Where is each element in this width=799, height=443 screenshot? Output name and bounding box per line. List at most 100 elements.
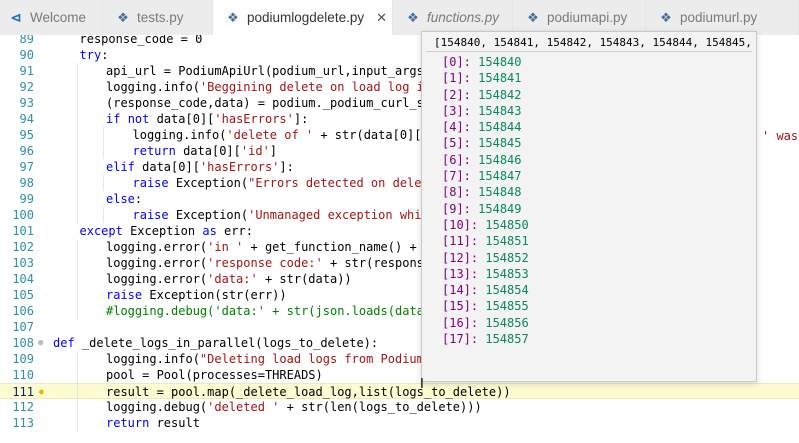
code-token: 'deleted ' bbox=[207, 400, 280, 414]
code-text: logging.error('response code:' + str(res… bbox=[106, 255, 453, 271]
python-icon: ❖ bbox=[527, 9, 539, 25]
array-index: [16]: bbox=[442, 315, 479, 330]
lightbulb-icon[interactable]: ● bbox=[39, 384, 44, 400]
tab-label: podiumurl.py bbox=[680, 10, 758, 25]
tab-podiumurl-py[interactable]: ❖ podiumurl.py bbox=[646, 0, 799, 35]
close-icon[interactable]: ✕ bbox=[376, 10, 387, 26]
line-number: 105 bbox=[12, 288, 34, 302]
indent-guide bbox=[76, 303, 78, 319]
indent-guide bbox=[76, 63, 78, 79]
tab-welcome[interactable]: ⊲ Welcome bbox=[0, 0, 103, 35]
array-index: [2]: bbox=[442, 87, 471, 102]
code-token: (response_code,data) = podium._podium_cu… bbox=[106, 96, 453, 110]
tab-label: functions.py bbox=[427, 10, 500, 25]
line-number: 108 bbox=[12, 336, 34, 350]
code-token: : bbox=[134, 192, 143, 206]
code-text: raise Exception(str(err)) bbox=[106, 287, 287, 303]
indent-guide bbox=[103, 175, 104, 191]
code-token: data[0][ bbox=[134, 160, 200, 174]
hover-list-item: [16]: 154856 bbox=[442, 315, 529, 331]
python-icon: ❖ bbox=[117, 9, 129, 25]
code-text: def _delete_logs_in_parallel(logs_to_del… bbox=[53, 335, 378, 351]
indent-guide bbox=[76, 159, 78, 175]
line-number: 97 bbox=[19, 160, 34, 174]
hover-list-item: [5]: 154845 bbox=[442, 135, 529, 151]
indent-guide bbox=[76, 351, 78, 367]
array-value: 154841 bbox=[478, 71, 522, 86]
code-token: logging.error( bbox=[106, 256, 208, 270]
editor-tab-bar: ⊲ Welcome ❖ tests.py ❖ podiumlogdelete.py ✕ ❖ fu… bbox=[0, 0, 799, 35]
array-index: [17]: bbox=[442, 332, 479, 347]
tab-podiumlogdelete-py[interactable]: ❖ podiumlogdelete.py ✕ bbox=[213, 0, 393, 35]
code-token: logging.info( bbox=[132, 128, 227, 142]
line-number: 92 bbox=[19, 80, 34, 94]
code-token: 'Beggining delete on load log id: ' bbox=[199, 80, 453, 94]
code-token: logging.info( bbox=[106, 352, 200, 366]
code-token: Exception(str(err)) bbox=[142, 288, 287, 302]
tab-tests-py[interactable]: ❖ tests.py bbox=[103, 0, 213, 35]
hover-list-item: [3]: 154843 bbox=[442, 103, 529, 119]
code-token: api_url = PodiumApiUrl(podium_url,input_… bbox=[106, 64, 432, 78]
hover-header: [154840, 154841, 154842, 154843, 154844,… bbox=[426, 32, 752, 52]
code-text: logging.info("Deleting load logs from Po… bbox=[106, 351, 453, 367]
code-token: as bbox=[202, 224, 217, 238]
indent-guide bbox=[76, 191, 78, 207]
hover-list-item: [2]: 154842 bbox=[442, 87, 529, 103]
code-token: raise bbox=[132, 208, 169, 222]
code-token: + str(data)) bbox=[257, 272, 352, 286]
code-token: logging.error( bbox=[106, 272, 208, 286]
code-token: return bbox=[132, 144, 176, 158]
array-index: [7]: bbox=[442, 169, 471, 184]
code-text: if not data[0]['hasErrors']: bbox=[106, 111, 308, 127]
line-number: 89 bbox=[19, 35, 34, 46]
indent-guide bbox=[76, 207, 78, 223]
indent-guide bbox=[76, 271, 78, 287]
array-index: [0]: bbox=[442, 55, 471, 69]
hover-list-item: [14]: 154854 bbox=[442, 282, 529, 298]
hover-list-item: [4]: 154844 bbox=[442, 119, 529, 135]
code-token: Exception( bbox=[168, 176, 249, 190]
indent-guide bbox=[76, 287, 78, 303]
code-token: 'hasErrors' bbox=[214, 112, 294, 126]
line-number: 100 bbox=[12, 208, 34, 222]
array-index: [15]: bbox=[442, 299, 479, 314]
line-number: 90 bbox=[19, 48, 34, 62]
indent-guide bbox=[76, 79, 78, 95]
line-number: 110 bbox=[12, 368, 34, 382]
code-line[interactable]: 112 logging.debug('deleted ' + str(len(lo… bbox=[0, 399, 799, 415]
fold-chevron-icon[interactable]: ● bbox=[38, 335, 43, 351]
tab-functions-py[interactable]: ❖ functions.py bbox=[393, 0, 513, 35]
text-cursor-icon: I bbox=[420, 377, 424, 392]
tab-label: tests.py bbox=[137, 10, 184, 25]
code-line[interactable]: 113 return result bbox=[0, 415, 799, 431]
hover-list-item: [12]: 154852 bbox=[442, 250, 529, 266]
code-token: result bbox=[149, 416, 200, 430]
code-token: result = pool.map(_delete_load_log,list(… bbox=[106, 385, 511, 399]
indent-guide bbox=[76, 175, 78, 191]
code-token: 'delete of ' bbox=[226, 128, 314, 142]
code-line[interactable]: 111 ● result = pool.map(_delete_load_log,l… bbox=[0, 383, 799, 400]
indent-guide bbox=[76, 143, 78, 159]
code-token: pool = Pool(processes=THREADS) bbox=[106, 368, 323, 382]
tab-podiumapi-py[interactable]: ❖ podiumapi.py bbox=[513, 0, 646, 35]
code-token: except bbox=[79, 224, 123, 238]
code-text: logging.error('in ' + get_function_name(… bbox=[106, 239, 453, 255]
hover-list-item: [8]: 154848 bbox=[442, 184, 529, 200]
array-index: [5]: bbox=[442, 136, 471, 151]
indent-guide bbox=[103, 207, 104, 223]
array-value: 154854 bbox=[485, 283, 529, 298]
code-token: logging.info( bbox=[106, 80, 200, 94]
code-token: def bbox=[53, 336, 75, 350]
code-token: 'in ' bbox=[207, 240, 244, 254]
vs-icon: ⊲ bbox=[10, 9, 22, 25]
array-index: [1]: bbox=[442, 71, 471, 86]
array-index: [11]: bbox=[442, 234, 479, 249]
array-value: 154856 bbox=[485, 315, 529, 330]
hover-list-item: [15]: 154855 bbox=[442, 298, 529, 314]
hover-list-item: [9]: 154849 bbox=[442, 201, 529, 217]
code-text: return data[0]['id'] bbox=[133, 143, 278, 159]
hover-popup: [154840, 154841, 154842, 154843, 154844,… bbox=[421, 31, 757, 382]
code-text: elif data[0]['hasErrors']: bbox=[106, 159, 294, 175]
array-value: 154853 bbox=[485, 266, 529, 281]
